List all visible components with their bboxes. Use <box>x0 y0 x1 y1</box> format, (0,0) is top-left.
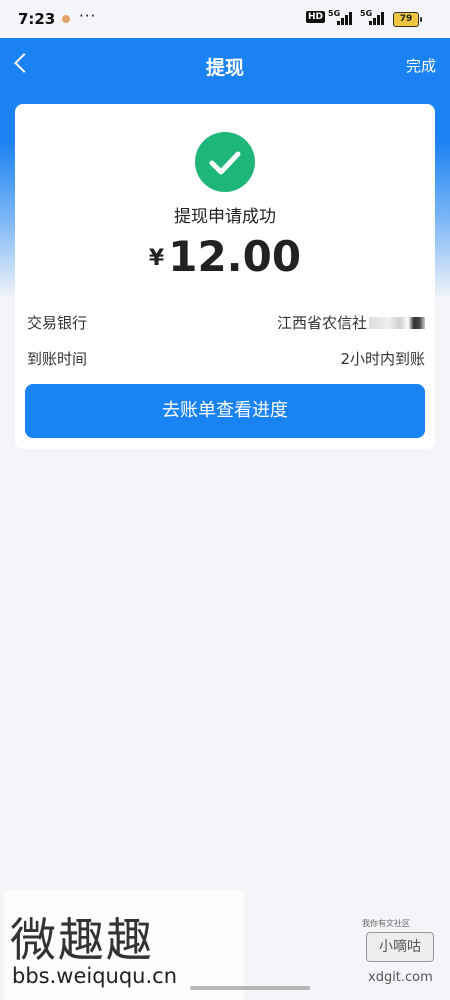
signal-1-icon: 5G <box>328 9 354 26</box>
redacted-mask <box>369 317 425 329</box>
detail-value: 2小时内到账 <box>340 350 425 368</box>
detail-label: 到账时间 <box>27 350 88 368</box>
detail-row-bank: 交易银行 江西省农信社 <box>27 312 425 336</box>
view-bill-progress-button[interactable]: 去账单查看进度 <box>25 384 425 438</box>
page-title: 提现 <box>205 57 244 79</box>
check-circle-icon <box>195 132 255 192</box>
result-card: 提现申请成功 ¥12.00 交易银行 江西省农信社 到账时间 2小时内到账 去账… <box>15 104 435 449</box>
watermark-logo: 小嘀咕 <box>366 932 434 962</box>
watermark-url: bbs.weiququ.cn <box>12 964 178 988</box>
currency-symbol: ¥ <box>148 246 165 271</box>
amount-value: 12.00 <box>168 232 302 281</box>
done-button[interactable]: 完成 <box>406 55 436 76</box>
watermark-text: 微趣趣 <box>10 913 154 967</box>
home-indicator[interactable] <box>190 986 310 990</box>
watermark-caption: 我你有文社区 <box>362 919 410 928</box>
watermark-url: xdgit.com <box>368 970 433 985</box>
watermark-left: 微趣趣 bbs.weiququ.cn <box>4 890 244 1000</box>
signal-2-icon: 5G <box>360 9 386 26</box>
status-bar: 7:23 ··· HD 5G 5G 79 <box>0 0 450 38</box>
watermark-right: 我你有文社区 小嘀咕 xdgit.com <box>360 918 442 998</box>
more-notifications-icon: ··· <box>79 7 97 25</box>
battery-level: 79 <box>399 14 413 24</box>
detail-row-arrival: 到账时间 2小时内到账 <box>27 348 425 372</box>
notification-dot-icon <box>62 15 70 23</box>
amount: ¥12.00 <box>15 232 435 281</box>
status-text: 提现申请成功 <box>174 207 276 227</box>
status-time: 7:23 <box>18 10 56 28</box>
detail-label: 交易银行 <box>27 314 88 332</box>
detail-value: 江西省农信社 <box>277 312 425 333</box>
battery-icon: 79 <box>393 12 422 27</box>
hd-badge: HD <box>306 11 326 23</box>
nav-bar: 提现 完成 <box>0 38 450 94</box>
